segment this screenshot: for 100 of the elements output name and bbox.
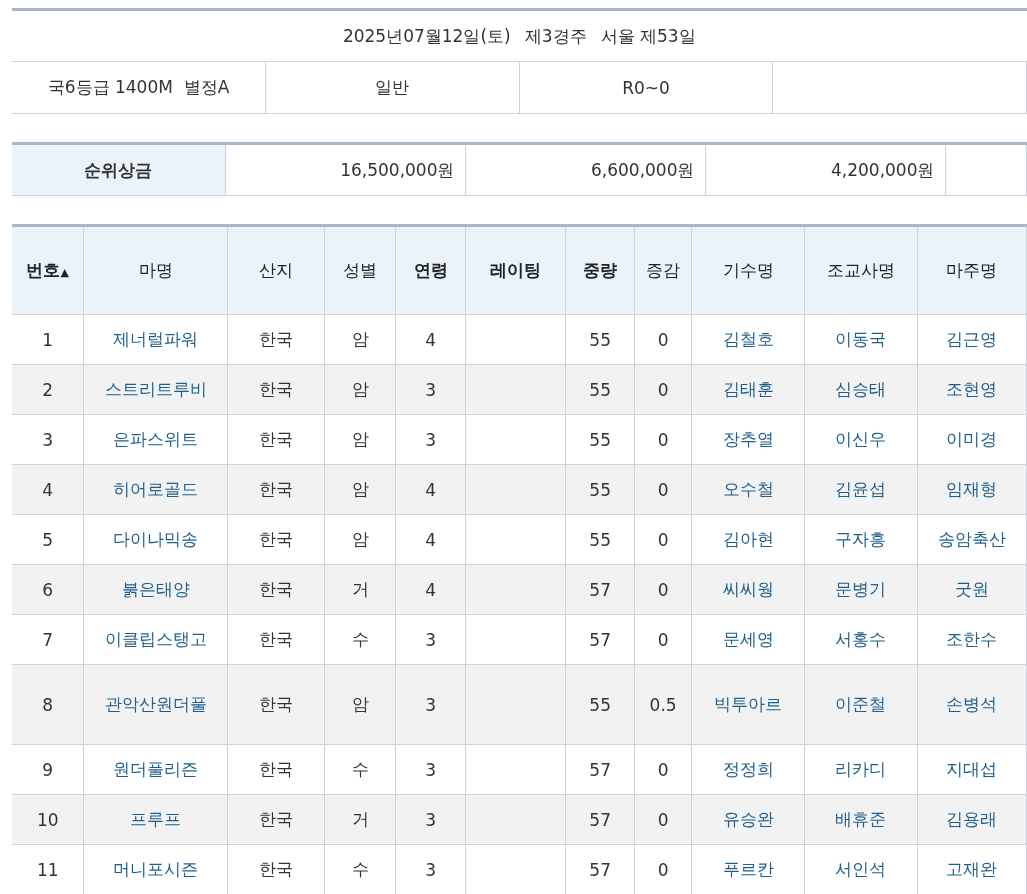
column-header[interactable]: 레이팅: [465, 225, 566, 315]
name-link[interactable]: 씨씨웡: [691, 564, 805, 615]
table-cell: 5: [12, 514, 84, 565]
table-cell: 2: [12, 364, 84, 415]
name-link[interactable]: 이준철: [804, 664, 918, 745]
table-cell: 0: [634, 364, 692, 415]
name-link[interactable]: 정정희: [691, 744, 805, 795]
table-cell: 한국: [227, 794, 325, 845]
table-cell: 한국: [227, 614, 325, 665]
name-link[interactable]: 히어로골드: [83, 464, 228, 515]
column-header: 산지: [227, 225, 325, 315]
name-link[interactable]: 관악산원더풀: [83, 664, 228, 745]
table-cell: 3: [12, 414, 84, 465]
table-cell: 57: [565, 744, 635, 795]
prize-label: 순위상금: [12, 143, 225, 196]
table-cell: 57: [565, 794, 635, 845]
name-link[interactable]: 다이나믹송: [83, 514, 228, 565]
name-link[interactable]: 배휴준: [804, 794, 918, 845]
table-cell: 한국: [227, 514, 325, 565]
name-link[interactable]: 심승태: [804, 364, 918, 415]
name-link[interactable]: 유승완: [691, 794, 805, 845]
table-cell: 암: [324, 314, 396, 365]
name-link[interactable]: 굿원: [917, 564, 1027, 615]
race-number: 제3경주: [524, 25, 587, 46]
name-link[interactable]: 빅투아르: [691, 664, 805, 745]
race-date: 2025년07월12일(토): [342, 25, 511, 46]
name-link[interactable]: 김태훈: [691, 364, 805, 415]
table-cell: 55: [565, 414, 635, 465]
name-link[interactable]: 김철호: [691, 314, 805, 365]
column-header[interactable]: 연령: [395, 225, 466, 315]
name-link[interactable]: 송암축산: [917, 514, 1027, 565]
name-link[interactable]: 리카디: [804, 744, 918, 795]
table-cell: 0.5: [634, 664, 692, 745]
table-cell: 한국: [227, 564, 325, 615]
table-cell: 57: [565, 614, 635, 665]
name-link[interactable]: 오수철: [691, 464, 805, 515]
table-cell: 55: [565, 514, 635, 565]
column-header: 성별: [324, 225, 396, 315]
name-link[interactable]: 조한수: [917, 614, 1027, 665]
name-link[interactable]: 지대섭: [917, 744, 1027, 795]
table-cell: 0: [634, 744, 692, 795]
column-header[interactable]: 중량: [565, 225, 635, 315]
table-cell: 암: [324, 414, 396, 465]
name-link[interactable]: 이동국: [804, 314, 918, 365]
table-cell: 3: [395, 614, 466, 665]
table-cell: 암: [324, 464, 396, 515]
name-link[interactable]: 김아현: [691, 514, 805, 565]
table-cell: 0: [634, 614, 692, 665]
table-cell: 0: [634, 564, 692, 615]
race-condition: R0~0: [519, 61, 773, 114]
table-cell: 4: [395, 314, 466, 365]
table-cell: 1: [12, 314, 84, 365]
name-link[interactable]: 김윤섭: [804, 464, 918, 515]
name-link[interactable]: 프루프: [83, 794, 228, 845]
name-link[interactable]: 붉은태양: [83, 564, 228, 615]
race-condition: 일반: [265, 61, 520, 114]
name-link[interactable]: 손병석: [917, 664, 1027, 745]
prize-amount: 6,600,000원: [465, 143, 705, 196]
name-link[interactable]: 임재형: [917, 464, 1027, 515]
table-cell: 4: [395, 564, 466, 615]
sort-indicator[interactable]: ▲: [60, 266, 69, 279]
table-cell: 0: [634, 464, 692, 515]
table-cell: 암: [324, 664, 396, 745]
name-link[interactable]: 서홍수: [804, 614, 918, 665]
table-cell: 0: [634, 314, 692, 365]
table-cell: 0: [634, 514, 692, 565]
name-link[interactable]: 은파스위트: [83, 414, 228, 465]
name-link[interactable]: 원더풀리즌: [83, 744, 228, 795]
name-link[interactable]: 문세영: [691, 614, 805, 665]
prize-amount: 16,500,000원: [225, 143, 465, 196]
name-link[interactable]: 김용래: [917, 794, 1027, 845]
table-cell: 한국: [227, 744, 325, 795]
name-link[interactable]: 이미경: [917, 414, 1027, 465]
table-cell: 암: [324, 364, 396, 415]
table-cell: 한국: [227, 364, 325, 415]
table-cell: 55: [565, 364, 635, 415]
column-header: 기수명: [691, 225, 805, 315]
table-cell: 4: [395, 514, 466, 565]
table-cell: 7: [12, 614, 84, 665]
table-cell: 3: [395, 744, 466, 795]
name-link[interactable]: 김근영: [917, 314, 1027, 365]
prize-amount: 4,200,000원: [705, 143, 945, 196]
name-link[interactable]: 이신우: [804, 414, 918, 465]
table-cell: 거: [324, 564, 396, 615]
table-cell: 3: [395, 364, 466, 415]
table-cell: 한국: [227, 464, 325, 515]
name-link[interactable]: 문병기: [804, 564, 918, 615]
table-cell: 8: [12, 664, 84, 745]
name-link[interactable]: 스트리트루비: [83, 364, 228, 415]
column-header[interactable]: 번호▲: [12, 225, 84, 315]
name-link[interactable]: 장추열: [691, 414, 805, 465]
table-cell: 3: [395, 414, 466, 465]
name-link[interactable]: 이클립스탱고: [83, 614, 228, 665]
table-cell: 6: [12, 564, 84, 615]
table-cell: 10: [12, 794, 84, 845]
name-link[interactable]: 제너럴파워: [83, 314, 228, 365]
venue-day: 서울 제53일: [600, 25, 696, 46]
name-link[interactable]: 조현영: [917, 364, 1027, 415]
name-link[interactable]: 구자흥: [804, 514, 918, 565]
table-cell: 한국: [227, 314, 325, 365]
